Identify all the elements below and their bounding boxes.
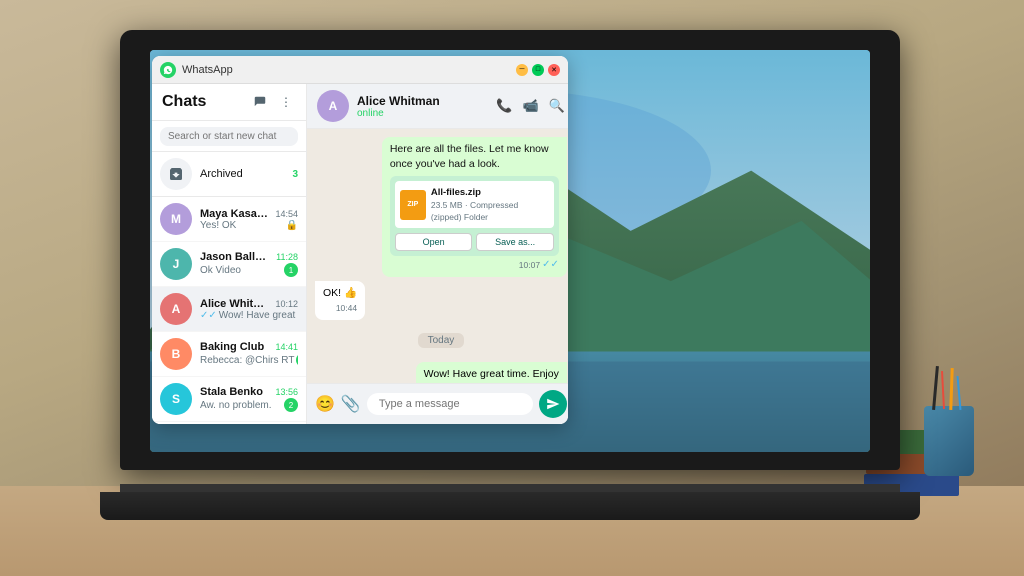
- search-bar: [152, 121, 306, 152]
- chat-name: Maya Kasama: [200, 208, 271, 220]
- app-body: Chats ⋮: [152, 84, 568, 424]
- sidebar: Chats ⋮: [152, 84, 307, 424]
- unread-badge: 1: [284, 263, 298, 277]
- chat-preview: Aw. no problem. 2: [200, 398, 298, 412]
- message-input[interactable]: [367, 393, 533, 415]
- whatsapp-window: WhatsApp ─ □ ✕ Chats: [152, 56, 568, 424]
- menu-icon[interactable]: ⋮: [276, 92, 296, 112]
- chat-name: Stala Benko: [200, 386, 263, 398]
- message-text: OK! 👍: [323, 287, 357, 299]
- file-size: 23.5 MB · Compressed (zipped) Folder: [431, 200, 549, 224]
- laptop-screen: WhatsApp ─ □ ✕ Chats: [150, 50, 870, 452]
- chat-header: A Alice Whitman online 📞 📹 🔍: [307, 84, 568, 129]
- search-chat-icon[interactable]: 🔍: [549, 98, 565, 114]
- date-divider: Today: [315, 330, 567, 348]
- search-input[interactable]: [160, 127, 298, 146]
- read-receipt: ✓✓: [542, 258, 559, 272]
- chat-time: 10:12: [275, 299, 298, 309]
- message-bubble: OK! 👍 10:44: [315, 281, 365, 320]
- maximize-button[interactable]: □: [532, 64, 544, 76]
- chat-item-family[interactable]: F Family Foodies 11:21 ✓✓ Dinner last ni…: [152, 422, 306, 424]
- chat-preview: ✓✓ Wow! Have great time. Enjoy: [200, 310, 298, 321]
- window-titlebar: WhatsApp ─ □ ✕: [152, 56, 568, 84]
- chat-time: 14:54: [275, 209, 298, 219]
- chat-name: Baking Club: [200, 341, 264, 353]
- chat-item-alice[interactable]: A Alice Whitman 10:12 ✓✓ Wow! Have great…: [152, 287, 306, 332]
- chat-name: Alice Whitman: [200, 298, 271, 310]
- message-text: Wow! Have great time. Enjoy: [424, 368, 559, 380]
- archived-count: 3: [292, 169, 298, 180]
- chat-preview: Ok Video 1: [200, 263, 298, 277]
- send-button[interactable]: [539, 390, 567, 418]
- sidebar-header-icons: ⋮: [250, 92, 296, 112]
- chat-header-actions: 📞 📹 🔍: [496, 98, 565, 114]
- close-button[interactable]: ✕: [548, 64, 560, 76]
- attach-button[interactable]: 📎: [341, 394, 361, 414]
- file-icon: ZIP: [400, 190, 426, 220]
- chat-preview: Yes! OK 🔒: [200, 220, 298, 231]
- chat-info: Alice Whitman 10:12 ✓✓ Wow! Have great t…: [200, 298, 298, 321]
- laptop-hinge: [120, 484, 900, 492]
- chat-panel: A Alice Whitman online 📞 📹 🔍: [307, 84, 568, 424]
- avatar: B: [160, 338, 192, 370]
- new-chat-icon[interactable]: [250, 92, 270, 112]
- message-text: Here are all the files. Let me know once…: [390, 142, 559, 171]
- chat-info: Baking Club 14:41 Rebecca: @Chirs RT 8: [200, 341, 298, 367]
- contact-name: Alice Whitman: [357, 94, 488, 108]
- chat-item-maya[interactable]: M Maya Kasama 14:54 Yes! OK 🔒: [152, 197, 306, 242]
- chat-info: Stala Benko 13:56 Aw. no problem. 2: [200, 386, 298, 412]
- unread-badge: 2: [284, 398, 298, 412]
- chat-preview: Rebecca: @Chirs RT 8: [200, 353, 298, 367]
- voice-call-icon[interactable]: 📞: [496, 98, 512, 114]
- file-info: ZIP All-files.zip 23.5 MB · Compressed (…: [395, 181, 554, 228]
- contact-status: online: [357, 108, 488, 119]
- minimize-button[interactable]: ─: [516, 64, 528, 76]
- message-bubble: Here are all the files. Let me know once…: [382, 137, 567, 277]
- messages-area: Here are all the files. Let me know once…: [307, 129, 568, 383]
- file-name: All-files.zip: [431, 186, 549, 199]
- laptop-base: [100, 492, 920, 520]
- file-attachment: ZIP All-files.zip 23.5 MB · Compressed (…: [390, 176, 559, 256]
- whatsapp-logo: [160, 62, 176, 78]
- chat-item-stala[interactable]: S Stala Benko 13:56 Aw. no problem. 2: [152, 377, 306, 422]
- avatar: A: [160, 293, 192, 325]
- chat-name: Jason Ballmer: [200, 251, 272, 263]
- save-file-button[interactable]: Save as...: [476, 233, 554, 251]
- laptop: WhatsApp ─ □ ✕ Chats: [120, 30, 900, 520]
- chat-header-info: Alice Whitman online: [357, 94, 488, 119]
- unread-badge: 8: [296, 353, 298, 367]
- message-time: 10:07 ✓✓: [390, 258, 559, 272]
- open-file-button[interactable]: Open: [395, 233, 473, 251]
- sidebar-title: Chats: [162, 93, 206, 111]
- chat-time: 13:56: [275, 387, 298, 397]
- chat-time: 14:41: [275, 342, 298, 352]
- window-title: WhatsApp: [182, 64, 516, 76]
- archived-row[interactable]: Archived 3: [152, 152, 306, 197]
- pen-cup-decoration: [924, 406, 974, 476]
- chat-time: 11:28: [276, 252, 298, 262]
- chat-info: Maya Kasama 14:54 Yes! OK 🔒: [200, 208, 298, 231]
- avatar: S: [160, 383, 192, 415]
- chat-list: Archived 3 M Maya Kasama 14:54: [152, 152, 306, 424]
- avatar: M: [160, 203, 192, 235]
- sidebar-header: Chats ⋮: [152, 84, 306, 121]
- archived-label: Archived: [200, 168, 284, 180]
- emoji-button[interactable]: 😊: [315, 394, 335, 414]
- archive-icon: [160, 158, 192, 190]
- file-buttons: Open Save as...: [395, 233, 554, 251]
- window-controls[interactable]: ─ □ ✕: [516, 64, 560, 76]
- chat-info: Jason Ballmer 11:28 Ok Video 1: [200, 251, 298, 277]
- message-time: 10:44: [323, 303, 357, 315]
- file-details: All-files.zip 23.5 MB · Compressed (zipp…: [431, 186, 549, 223]
- chat-item-jason[interactable]: J Jason Ballmer 11:28 Ok Video 1: [152, 242, 306, 287]
- date-label: Today: [418, 333, 465, 348]
- message-bubble: Wow! Have great time. Enjoy 10:12 ✓✓: [416, 362, 567, 383]
- video-call-icon[interactable]: 📹: [522, 98, 538, 114]
- chat-input-area: 😊 📎: [307, 383, 568, 424]
- chat-item-baking[interactable]: B Baking Club 14:41 Rebecca: @Chirs RT 8: [152, 332, 306, 377]
- avatar: J: [160, 248, 192, 280]
- contact-avatar[interactable]: A: [317, 90, 349, 122]
- laptop-bezel: WhatsApp ─ □ ✕ Chats: [120, 30, 900, 470]
